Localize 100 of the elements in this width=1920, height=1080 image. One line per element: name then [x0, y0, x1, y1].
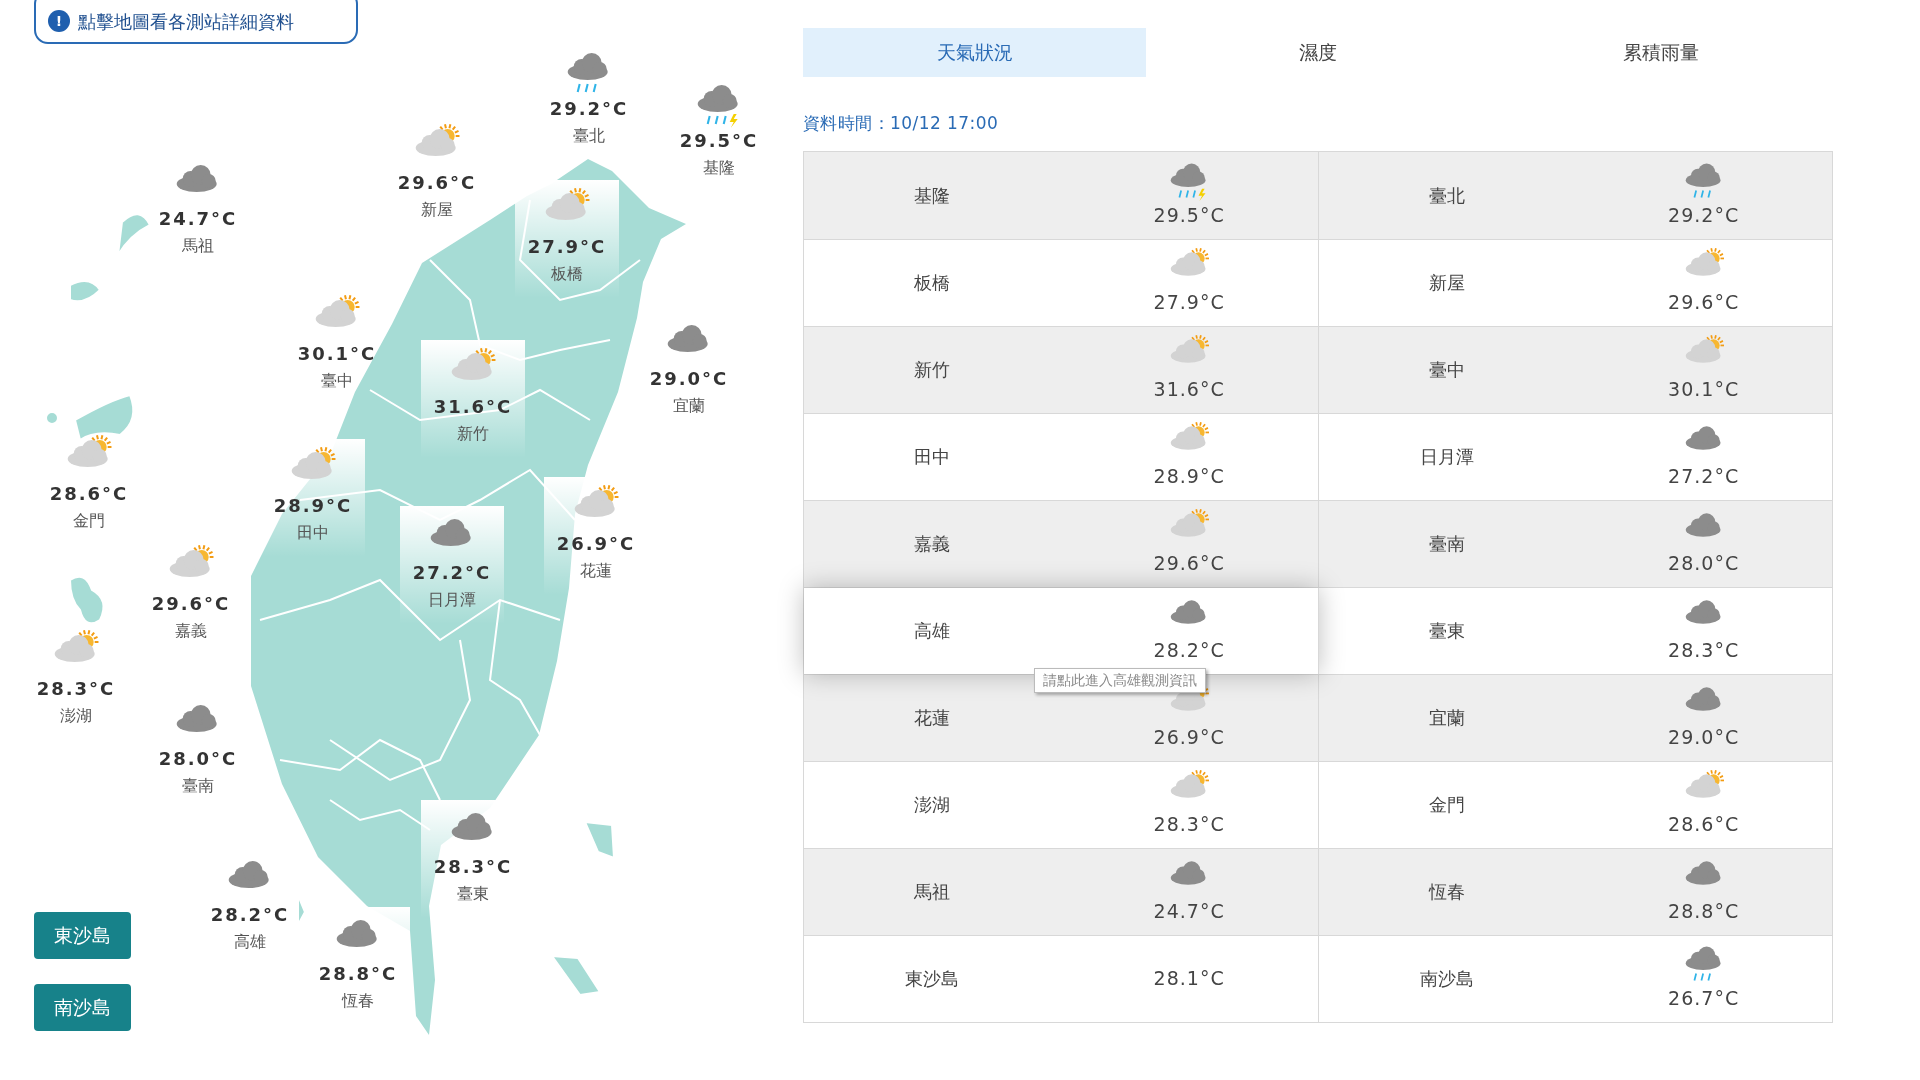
station-cell[interactable]: 板橋 27.9°C — [804, 239, 1319, 326]
station-name: 馬祖 — [914, 881, 951, 902]
data-time: 資料時間：10/12 17:00 — [803, 112, 1000, 135]
station-cell[interactable]: 宜蘭 29.0°C — [1318, 674, 1832, 761]
station-temperature: 30.1°C — [297, 343, 377, 365]
station-name[interactable]: 金門 — [73, 509, 105, 533]
island-shape[interactable] — [69, 280, 101, 303]
station-name[interactable]: 嘉義 — [175, 619, 207, 643]
station-cell[interactable]: 田中 28.9°C — [804, 413, 1319, 500]
temperature: 29.6°C — [1668, 290, 1740, 316]
station-temperature: 28.8°C — [318, 963, 398, 985]
station-temperature: 29.6°C — [397, 172, 477, 194]
station-name[interactable]: 新屋 — [421, 198, 453, 222]
temperature: 28.0°C — [1668, 551, 1740, 577]
island-shape[interactable] — [74, 394, 135, 441]
station-cell[interactable]: 金門 28.6°C — [1318, 761, 1832, 848]
station-temperature: 27.2°C — [412, 562, 492, 584]
tab[interactable]: 天氣狀況 — [803, 28, 1147, 77]
station-name: 基隆 — [914, 184, 951, 206]
station-name[interactable]: 花蓮 — [580, 559, 612, 583]
station-name: 金門 — [1428, 794, 1465, 815]
station-cell[interactable]: 臺南 28.0°C — [1318, 500, 1832, 587]
station-name: 東沙島 — [905, 968, 960, 989]
island-button[interactable]: 南沙島 — [34, 984, 131, 1031]
station-name: 日月潭 — [1419, 446, 1474, 467]
island-shape[interactable] — [45, 411, 59, 425]
station-cell[interactable]: 基隆 29.5°C — [804, 151, 1319, 239]
tooltip: 請點此進入高雄觀測資訊 — [1034, 667, 1206, 693]
station-name: 宜蘭 — [1428, 707, 1465, 728]
station-temperature: 31.6°C — [433, 396, 513, 418]
station-temperature: 28.9°C — [273, 495, 353, 517]
temperature: 28.2°C — [1153, 638, 1225, 664]
station-cell[interactable]: 澎湖 28.3°C — [804, 761, 1319, 848]
station-temperature: 28.6°C — [49, 483, 129, 505]
temperature: 27.9°C — [1153, 290, 1225, 316]
station-name: 嘉義 — [914, 533, 951, 554]
station-temperature: 26.9°C — [556, 533, 636, 555]
station-name: 臺南 — [1428, 533, 1465, 554]
station-name: 田中 — [914, 446, 951, 467]
station-name[interactable]: 新竹 — [457, 422, 489, 446]
station-temperature: 28.2°C — [210, 904, 290, 926]
station-name[interactable]: 高雄 — [234, 930, 266, 954]
station-name[interactable]: 馬祖 — [182, 234, 214, 258]
station-temperature: 27.9°C — [527, 236, 607, 258]
temperature: 29.2°C — [1668, 202, 1740, 228]
station-name[interactable]: 臺北 — [573, 124, 605, 148]
station-name: 板橋 — [914, 272, 951, 293]
temperature: 29.6°C — [1153, 551, 1225, 577]
temperature: 26.9°C — [1153, 725, 1225, 751]
station-name: 高雄 — [914, 620, 951, 641]
station-cell[interactable]: 南沙島 26.7°C — [1318, 935, 1832, 1022]
temperature: 29.5°C — [1153, 202, 1225, 228]
temperature: 28.9°C — [1153, 464, 1225, 490]
island-shape[interactable] — [583, 820, 616, 860]
station-name[interactable]: 板橋 — [551, 262, 583, 286]
temperature: 28.1°C — [1153, 966, 1225, 992]
temperature: 28.8°C — [1668, 899, 1740, 925]
station-name: 臺北 — [1428, 184, 1465, 206]
station-name[interactable]: 宜蘭 — [673, 394, 705, 418]
station-cell[interactable]: 新屋 29.6°C — [1318, 239, 1832, 326]
station-cell[interactable]: 馬祖 24.7°C — [804, 848, 1319, 935]
hint-text: 點擊地圖看各測站詳細資料 — [78, 9, 294, 34]
station-cell[interactable]: 恆春 28.8°C — [1318, 848, 1832, 935]
temperature: 28.6°C — [1668, 812, 1740, 838]
station-temperature: 24.7°C — [158, 208, 238, 230]
station-temperature: 29.6°C — [151, 593, 231, 615]
station-name: 臺中 — [1428, 359, 1465, 380]
station-cell[interactable]: 嘉義 29.6°C — [804, 500, 1319, 587]
station-name: 恆春 — [1428, 881, 1465, 902]
station-name[interactable]: 臺南 — [182, 774, 214, 798]
station-name: 澎湖 — [914, 794, 951, 815]
station-name[interactable]: 基隆 — [703, 156, 735, 180]
station-name[interactable]: 田中 — [297, 521, 329, 545]
station-temperature: 28.3°C — [433, 856, 513, 878]
station-name: 臺東 — [1428, 620, 1465, 641]
station-name[interactable]: 恆春 — [342, 989, 374, 1013]
station-cell[interactable]: 臺東 28.3°C — [1318, 587, 1832, 674]
island-button[interactable]: 東沙島 — [34, 912, 131, 959]
temperature: 30.1°C — [1668, 377, 1740, 403]
temperature: 24.7°C — [1153, 899, 1225, 925]
temperature: 26.7°C — [1668, 986, 1740, 1012]
station-name[interactable]: 臺中 — [321, 369, 353, 393]
station-name: 南沙島 — [1419, 968, 1474, 989]
station-name: 花蓮 — [914, 707, 951, 728]
station-temperature: 29.5°C — [679, 130, 759, 152]
info-icon: ! — [48, 10, 70, 32]
temperature: 27.2°C — [1668, 464, 1740, 490]
station-cell[interactable]: 臺北 29.2°C — [1318, 151, 1832, 239]
station-cell[interactable]: 新竹 31.6°C — [804, 326, 1319, 413]
temperature: 29.0°C — [1668, 725, 1740, 751]
island-shape[interactable] — [69, 575, 105, 625]
station-name: 新屋 — [1428, 272, 1465, 293]
station-name[interactable]: 臺東 — [457, 882, 489, 906]
station-cell[interactable]: 臺中 30.1°C — [1318, 326, 1832, 413]
station-name[interactable]: 澎湖 — [60, 704, 92, 728]
station-name[interactable]: 日月潭 — [428, 588, 476, 612]
station-cell[interactable]: 日月潭 27.2°C — [1318, 413, 1832, 500]
station-temperature: 29.0°C — [649, 368, 729, 390]
station-cell[interactable]: 東沙島 28.1°C — [804, 935, 1319, 1022]
station-name: 新竹 — [914, 359, 951, 380]
